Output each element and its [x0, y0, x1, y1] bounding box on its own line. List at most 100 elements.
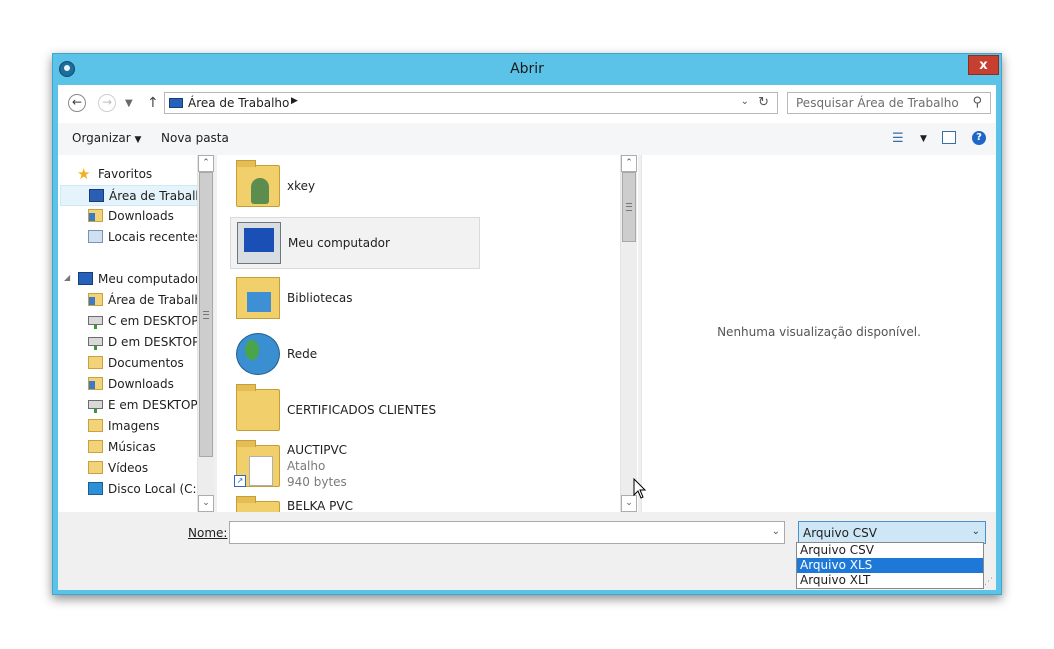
nav-item-label: D em DESKTOP-I — [108, 335, 207, 349]
user-folder-icon — [236, 160, 280, 207]
command-bar: Organizar ▼ Nova pasta ☰ ▼ ? — [58, 123, 996, 155]
nav-item-videos[interactable]: Vídeos — [58, 458, 198, 479]
up-arrow-icon[interactable]: ↑ — [147, 95, 159, 111]
filename-label: Nome: — [188, 526, 227, 540]
file-item[interactable]: BELKA PVC — [230, 496, 480, 512]
resize-grip-icon[interactable]: ⋰ — [984, 577, 993, 587]
dialog-body: ← → ▼ ↑ Área de Trabalho ▶ ⌄ ↻ Pesquisar… — [58, 85, 996, 590]
search-box[interactable]: Pesquisar Área de Trabalho ⚲ — [787, 92, 991, 114]
search-icon[interactable]: ⚲ — [972, 95, 982, 110]
file-list-scrollbar[interactable]: ⌃ ⌄ — [620, 155, 637, 512]
file-item[interactable]: CERTIFICADOS CLIENTES — [230, 384, 480, 437]
grip-icon — [626, 203, 632, 211]
file-item[interactable]: Meu computador — [230, 217, 480, 269]
nav-item-recent[interactable]: Locais recentes — [58, 227, 201, 248]
pictures-icon — [88, 419, 103, 432]
organize-button[interactable]: Organizar ▼ — [72, 131, 141, 145]
computer-icon — [78, 272, 93, 285]
file-list: xkey Meu computador Bibliotecas Rede CER… — [217, 155, 638, 512]
nav-item-downloads[interactable]: Downloads — [58, 206, 198, 227]
nav-item-drive-e[interactable]: E em DESKTOP-N — [58, 395, 211, 416]
nav-favorites[interactable]: ★ Favoritos — [58, 164, 198, 185]
chevron-down-icon[interactable]: ⌄ — [972, 526, 980, 537]
file-type-option-highlighted[interactable]: Arquivo XLS — [797, 558, 983, 573]
grip-icon — [203, 311, 209, 319]
navigation-pane: ★ Favoritos Área de Trabalho Downloads L… — [58, 155, 214, 512]
nav-item-label: Downloads — [108, 209, 174, 223]
back-button[interactable]: ← — [68, 94, 86, 112]
nav-item-pictures[interactable]: Imagens — [58, 416, 198, 437]
file-item[interactable]: Bibliotecas — [230, 273, 480, 325]
nav-item-desktop[interactable]: Área de Trabalho — [60, 185, 210, 206]
nav-my-computer[interactable]: ◢ Meu computador — [58, 269, 200, 290]
new-folder-button[interactable]: Nova pasta — [161, 131, 229, 145]
dialog-title: Abrir — [510, 61, 544, 77]
scroll-thumb[interactable] — [199, 172, 213, 457]
expand-arrow-icon[interactable]: ◢ — [64, 273, 70, 282]
file-type-value: Arquivo CSV — [803, 526, 877, 540]
refresh-icon[interactable]: ↻ — [758, 95, 769, 110]
path-chevron-icon[interactable]: ▶ — [291, 96, 298, 106]
address-path[interactable]: Área de Trabalho — [188, 96, 289, 110]
folder-icon — [236, 384, 280, 431]
nav-item-label: Vídeos — [108, 461, 149, 475]
filename-input[interactable]: ⌄ — [229, 521, 785, 544]
help-icon[interactable]: ? — [972, 131, 986, 145]
address-bar[interactable]: Área de Trabalho ▶ ⌄ ↻ — [164, 92, 778, 114]
title-bar[interactable]: Abrir x — [53, 54, 1001, 85]
nav-item-desktop-folder[interactable]: Área de Trabalho — [58, 290, 209, 311]
nav-item-drive-d[interactable]: D em DESKTOP-I — [58, 332, 207, 353]
network-drive-icon — [88, 400, 103, 413]
libraries-icon — [236, 277, 280, 319]
file-item[interactable]: ↗ AUCTIPVC Atalho 940 bytes — [230, 440, 480, 493]
nav-item-drive-c[interactable]: C em DESKTOP-I — [58, 311, 206, 332]
file-name: Bibliotecas — [287, 291, 353, 305]
view-dropdown-icon[interactable]: ▼ — [920, 134, 927, 144]
scroll-thumb[interactable] — [622, 172, 636, 242]
scroll-down-icon[interactable]: ⌄ — [198, 495, 214, 512]
nav-scrollbar[interactable]: ⌃ ⌄ — [197, 155, 214, 512]
scroll-up-icon[interactable]: ⌃ — [198, 155, 214, 172]
nav-item-downloads-2[interactable]: Downloads — [58, 374, 198, 395]
nav-item-label: C em DESKTOP-I — [108, 314, 207, 328]
file-type-dropdown: Arquivo CSV Arquivo XLS Arquivo XLT — [796, 542, 984, 589]
file-item[interactable]: Rede — [230, 329, 480, 381]
local-disk-icon — [88, 482, 103, 495]
desktop-icon — [169, 98, 183, 108]
file-name: Rede — [287, 347, 318, 361]
file-name: xkey — [287, 179, 316, 193]
file-name: AUCTIPVC — [287, 443, 348, 457]
network-drive-icon — [88, 337, 103, 350]
mouse-cursor-icon — [633, 478, 647, 499]
file-item[interactable]: xkey — [230, 160, 480, 213]
preview-pane: Nenhuma visualização disponível. — [641, 155, 996, 512]
forward-button[interactable]: → — [98, 94, 116, 112]
file-type-option[interactable]: Arquivo CSV — [797, 543, 983, 558]
chevron-down-icon[interactable]: ⌄ — [772, 526, 780, 537]
downloads-icon — [88, 209, 103, 222]
recent-locations-dropdown-icon[interactable]: ▼ — [125, 98, 133, 109]
downloads-icon — [88, 377, 103, 390]
nav-item-label: Área de Trabalho — [109, 189, 211, 203]
organize-label: Organizar — [72, 131, 131, 145]
nav-item-documents[interactable]: Documentos — [58, 353, 198, 374]
close-button[interactable]: x — [968, 55, 999, 75]
nav-item-music[interactable]: Músicas — [58, 437, 198, 458]
filename-label-text: Nome: — [188, 526, 228, 540]
address-dropdown-icon[interactable]: ⌄ — [741, 96, 749, 107]
preview-pane-icon[interactable] — [942, 131, 956, 144]
view-options-icon[interactable]: ☰ — [892, 131, 904, 146]
file-type-option[interactable]: Arquivo XLT — [797, 573, 983, 588]
file-name: BELKA PVC — [287, 499, 354, 512]
no-preview-message: Nenhuma visualização disponível. — [717, 325, 921, 339]
address-row: ← → ▼ ↑ Área de Trabalho ▶ ⌄ ↻ Pesquisar… — [58, 85, 996, 123]
nav-item-local-disk[interactable]: Disco Local (C:) — [58, 479, 202, 500]
nav-item-label: Downloads — [108, 377, 174, 391]
scroll-up-icon[interactable]: ⌃ — [621, 155, 637, 172]
file-type-select[interactable]: Arquivo CSV ⌄ — [798, 521, 986, 544]
nav-item-label: Disco Local (C:) — [108, 482, 202, 496]
star-icon: ★ — [77, 165, 91, 183]
recent-places-icon — [88, 230, 103, 243]
open-dialog: Abrir x ← → ▼ ↑ Área de Trabalho ▶ ⌄ ↻ P… — [52, 53, 1002, 595]
file-type: Atalho — [287, 459, 326, 473]
